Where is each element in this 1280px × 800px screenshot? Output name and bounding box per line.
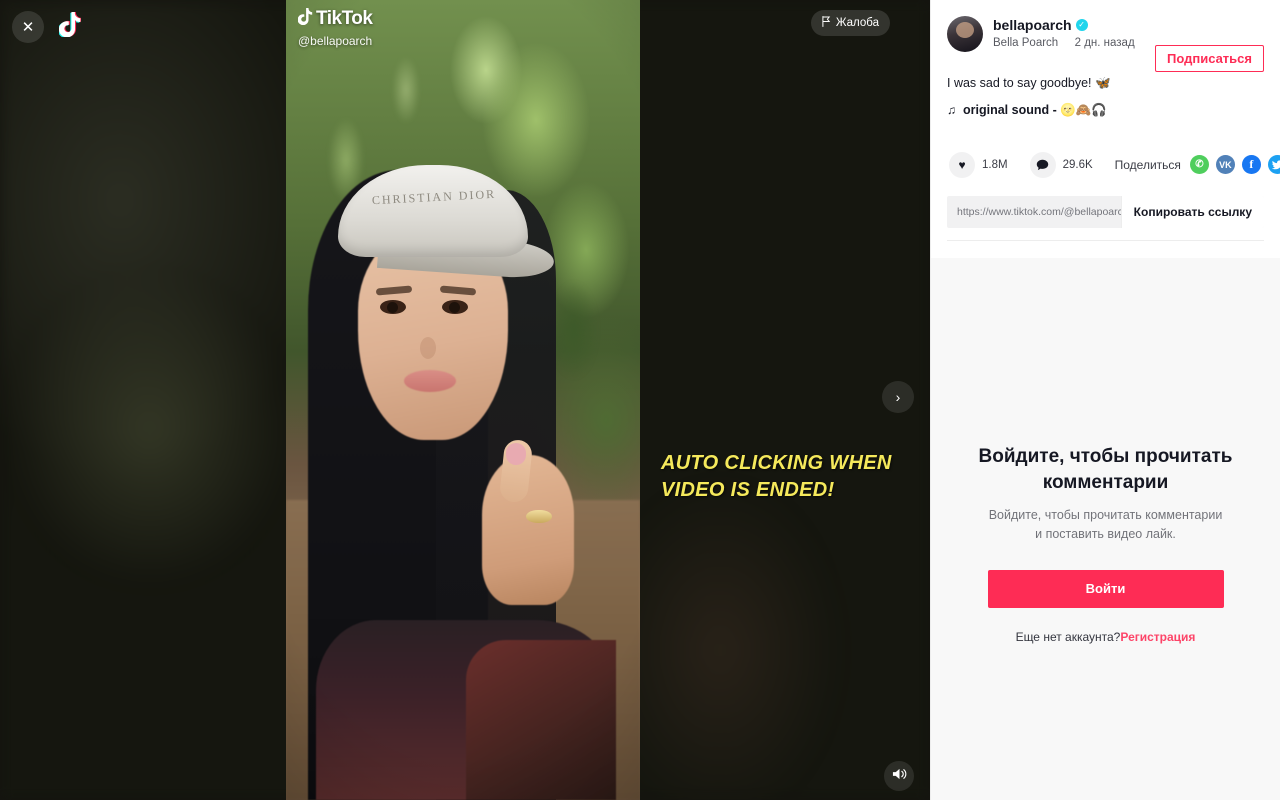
facebook-icon[interactable]: f: [1241, 155, 1261, 175]
video-caption: I was sad to say goodbye! 🦋: [947, 76, 1111, 90]
engagement-actions: ♥ 1.8M 29.6K Поделиться ✆ VK f </>: [947, 151, 1280, 178]
copy-link-bar[interactable]: https://www.tiktok.com/@bellapoarch/vide…: [947, 195, 1264, 228]
avatar[interactable]: [947, 16, 983, 52]
tiktok-home-button[interactable]: [54, 11, 86, 43]
whatsapp-icon[interactable]: ✆: [1189, 155, 1209, 175]
watermark-logo-text: TikTok: [316, 8, 373, 29]
video-info-sidebar: bellapoarch ✓ Bella Poarch 2 дн. назад П…: [930, 0, 1280, 800]
video-timestamp: 2 дн. назад: [1074, 36, 1135, 49]
sidebar-top-section: bellapoarch ✓ Bella Poarch 2 дн. назад П…: [931, 0, 1280, 253]
video-url-field[interactable]: https://www.tiktok.com/@bellapoarch/vide…: [947, 196, 1121, 228]
login-prompt-subtitle: Войдите, чтобы прочитать комментарии и п…: [988, 508, 1223, 542]
follow-button[interactable]: Подписаться: [1154, 45, 1264, 72]
login-button[interactable]: Войти: [987, 569, 1224, 608]
comment-bubble-icon[interactable]: [1029, 151, 1056, 178]
chevron-right-icon: ›: [895, 389, 901, 405]
watermark-username: @bellapoarch: [298, 34, 373, 48]
verified-badge-icon: ✓: [1075, 19, 1088, 32]
comment-count: 29.6K: [1062, 158, 1093, 171]
video-player[interactable]: CHRISTIAN DIOR TikTok @bellapoarch: [286, 0, 640, 800]
signup-link[interactable]: Регистрация: [1120, 630, 1195, 644]
twitter-icon[interactable]: [1267, 155, 1280, 175]
music-note-icon: ♫: [947, 103, 956, 118]
report-button[interactable]: Жалоба: [810, 10, 890, 36]
share-label: Поделиться: [1114, 157, 1181, 172]
like-count: 1.8M: [982, 158, 1008, 171]
tiktok-note-icon: [297, 8, 313, 30]
close-button[interactable]: ✕: [12, 11, 44, 43]
like-stat[interactable]: ♥ 1.8M: [949, 151, 1008, 178]
flag-icon: [822, 16, 831, 30]
comment-stat[interactable]: 29.6K: [1029, 151, 1093, 178]
volume-button[interactable]: [884, 761, 914, 791]
close-icon: ✕: [21, 18, 35, 36]
tiktok-logo-icon: [57, 11, 82, 42]
login-prompt-title: Войдите, чтобы прочитать комментарии: [978, 446, 1233, 493]
signup-question: Еще нет аккаунта?: [1015, 629, 1121, 644]
auto-click-overlay-text: AUTO CLICKING WHEN VIDEO IS ENDED!: [661, 452, 892, 501]
music-row[interactable]: ♫ original sound - 🌝🙈🎧: [947, 103, 1264, 118]
music-title[interactable]: original sound - 🌝🙈🎧: [963, 103, 1107, 118]
next-video-button[interactable]: ›: [882, 381, 914, 413]
author-username[interactable]: bellapoarch: [993, 17, 1072, 34]
video-stage[interactable]: CHRISTIAN DIOR TikTok @bellapoarch ✕: [0, 0, 930, 800]
sidebar-divider: [947, 239, 1264, 241]
report-label: Жалоба: [835, 17, 879, 29]
author-meta: bellapoarch ✓ Bella Poarch 2 дн. назад: [993, 16, 1135, 49]
share-section: Поделиться ✆ VK f </>: [1114, 155, 1280, 175]
author-subline: Bella Poarch 2 дн. назад: [993, 37, 1135, 49]
heart-icon[interactable]: ♥: [949, 151, 975, 178]
login-prompt-panel: Войдите, чтобы прочитать комментарии Вой…: [931, 258, 1280, 800]
signup-row: Еще нет аккаунта?Регистрация: [1016, 630, 1196, 644]
author-display-name: Bella Poarch: [993, 36, 1059, 49]
video-artwork: CHRISTIAN DIOR: [286, 0, 640, 800]
speaker-icon: [892, 767, 907, 786]
vk-icon[interactable]: VK: [1215, 155, 1235, 175]
video-watermark: TikTok @bellapoarch: [297, 8, 373, 48]
copy-link-button[interactable]: Копировать ссылку: [1120, 195, 1264, 228]
